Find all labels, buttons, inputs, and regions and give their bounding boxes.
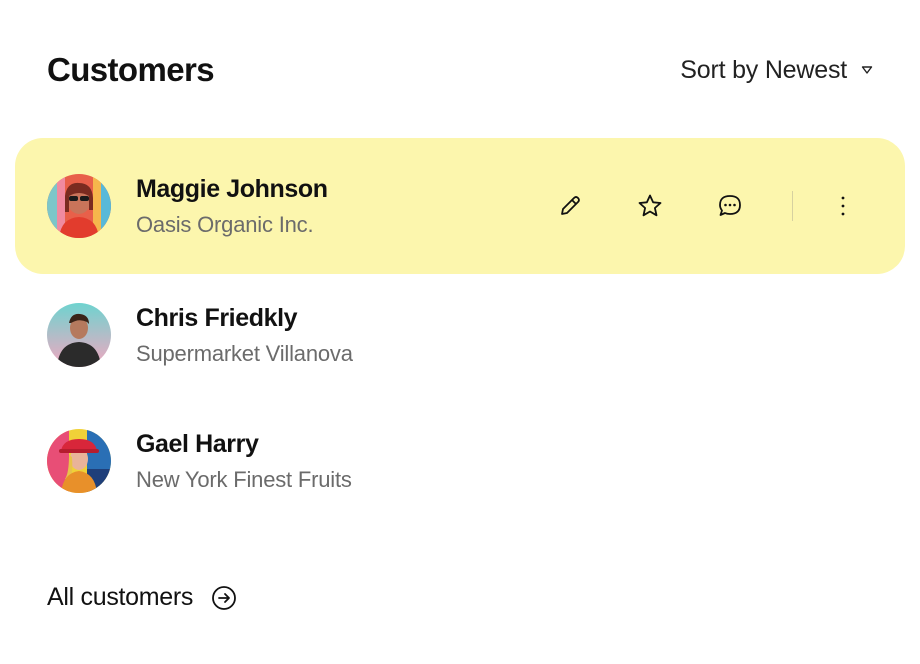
sort-dropdown[interactable]: Sort by Newest	[680, 56, 873, 85]
favorite-button[interactable]	[630, 186, 670, 226]
page-header: Customers Sort by Newest	[47, 48, 873, 92]
avatar	[47, 174, 111, 238]
message-button[interactable]	[710, 186, 750, 226]
row-actions	[550, 186, 853, 226]
customer-row[interactable]: Maggie Johnson Oasis Organic Inc.	[15, 138, 905, 274]
edit-button[interactable]	[550, 186, 590, 226]
page-title: Customers	[47, 51, 215, 88]
customer-info: Chris Friedkly Supermarket Villanova	[136, 304, 353, 367]
customer-company: Supermarket Villanova	[136, 340, 353, 366]
all-customers-label: All customers	[47, 583, 194, 611]
customer-company: New York Finest Fruits	[136, 466, 352, 492]
customer-list: Maggie Johnson Oasis Organic Inc. Chris …	[15, 138, 905, 526]
customer-company: Oasis Organic Inc.	[136, 211, 314, 237]
more-options-button[interactable]	[833, 186, 853, 226]
customer-name: Maggie Johnson	[136, 174, 328, 203]
customer-info: Gael Harry New York Finest Fruits	[136, 430, 352, 493]
customer-name: Gael Harry	[136, 429, 259, 458]
actions-divider	[792, 191, 793, 221]
sort-label: Sort by Newest	[680, 55, 847, 84]
customer-info: Maggie Johnson Oasis Organic Inc.	[136, 175, 328, 238]
star-icon	[638, 194, 662, 217]
caret-down-icon	[861, 66, 873, 74]
avatar	[47, 303, 111, 367]
all-customers-link[interactable]: All customers	[47, 583, 237, 612]
avatar	[47, 429, 111, 493]
customer-row[interactable]: Gael Harry New York Finest Fruits	[15, 396, 905, 526]
edit-icon	[561, 196, 580, 215]
customer-row[interactable]: Chris Friedkly Supermarket Villanova	[15, 270, 905, 400]
message-icon	[719, 195, 741, 216]
customer-name: Chris Friedkly	[136, 303, 298, 332]
arrow-right-circle-icon	[212, 585, 237, 610]
more-vertical-icon	[841, 196, 845, 216]
